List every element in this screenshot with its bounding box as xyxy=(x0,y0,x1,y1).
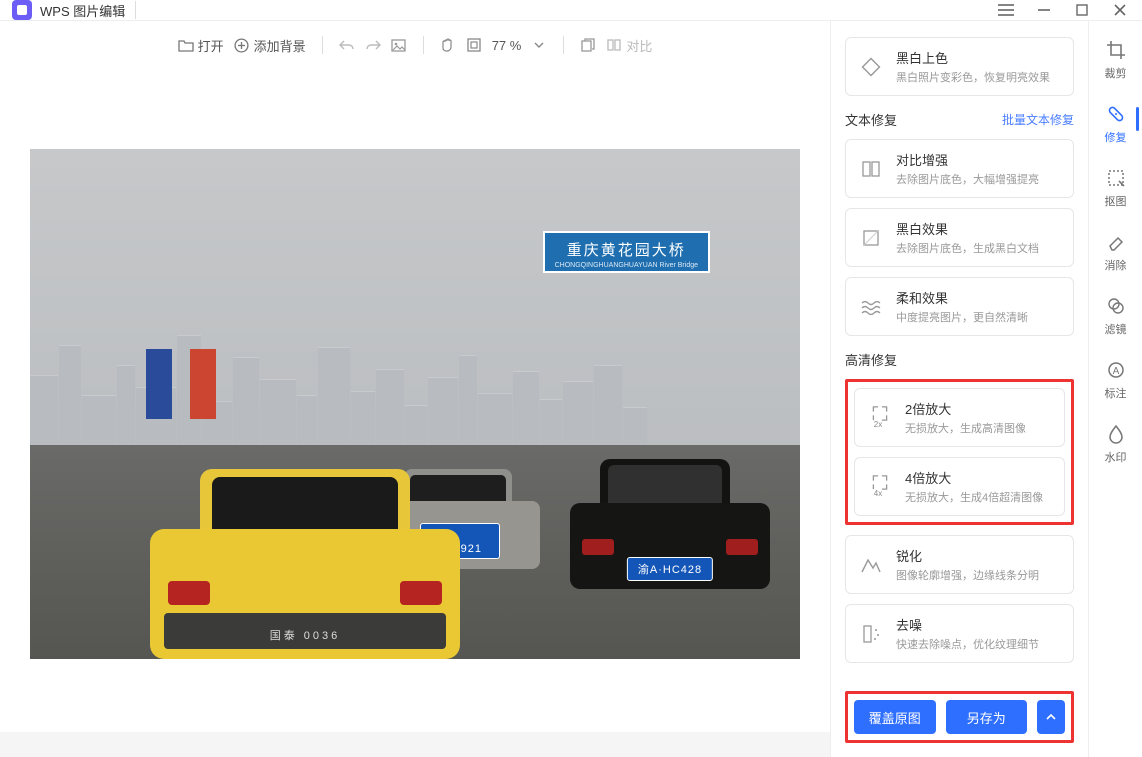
sidebar-crop[interactable]: 裁剪 xyxy=(1105,39,1127,81)
add-background-button[interactable]: 添加背景 xyxy=(234,36,306,55)
upscale-highlight-box: 2x 2倍放大 无损放大，生成高清图像 4x 4倍放大 xyxy=(845,379,1074,525)
droplet-icon xyxy=(1105,423,1127,445)
app-logo-icon xyxy=(12,0,32,20)
sidebar-filter[interactable]: 滤镜 xyxy=(1105,295,1127,337)
divider xyxy=(322,36,323,54)
minimize-button[interactable] xyxy=(1034,0,1054,20)
hd-repair-section-head: 高清修复 xyxy=(845,350,1074,369)
filter-circles-icon xyxy=(1105,295,1127,317)
menu-icon[interactable] xyxy=(996,0,1016,20)
contrast-enhance-card[interactable]: 对比增强 去除图片底色，大幅增强提亮 xyxy=(845,139,1074,198)
compare-button[interactable]: 对比 xyxy=(606,36,652,55)
expand-4x-icon: 4x xyxy=(867,474,893,500)
crop-icon xyxy=(1105,39,1127,61)
peak-icon xyxy=(858,552,884,578)
text-repair-section-head: 文本修复 批量文本修复 xyxy=(845,110,1074,129)
divider xyxy=(563,36,564,54)
pan-hand-icon[interactable] xyxy=(440,37,456,53)
eraser-icon xyxy=(1105,231,1127,253)
bw-colorize-card[interactable]: 黑白上色 黑白照片变彩色，恢复明亮效果 xyxy=(845,37,1074,96)
sidebar-erase[interactable]: 消除 xyxy=(1105,231,1127,273)
add-bg-label: 添加背景 xyxy=(254,36,306,55)
edited-photo: 重庆黄花园大桥 CHONGQINGHUANGHUAYUAN River Brid… xyxy=(30,149,800,659)
compare-label: 对比 xyxy=(626,36,652,55)
close-button[interactable] xyxy=(1110,0,1130,20)
section-title: 文本修复 xyxy=(845,110,897,129)
save-actions-highlight: 覆盖原图 另存为 xyxy=(845,691,1074,743)
plus-circle-icon xyxy=(234,37,250,53)
sidebar-cutout[interactable]: 抠图 xyxy=(1105,167,1127,209)
sidebar-watermark[interactable]: 水印 xyxy=(1105,423,1127,465)
soft-effect-card[interactable]: 柔和效果 中度提亮图片，更自然清晰 xyxy=(845,277,1074,336)
bandage-icon xyxy=(1105,103,1127,125)
zoom-value[interactable]: 77 % xyxy=(492,38,522,53)
bw-square-icon xyxy=(858,225,884,251)
undo-icon[interactable] xyxy=(339,37,355,53)
sidebar-repair[interactable]: 修复 xyxy=(1105,103,1127,145)
batch-text-repair-link[interactable]: 批量文本修复 xyxy=(1002,111,1074,128)
road-sign: 重庆黄花园大桥 CHONGQINGHUANGHUAYUAN River Brid… xyxy=(543,231,710,273)
sidebar-annotate[interactable]: A 标注 xyxy=(1105,359,1127,401)
image-canvas[interactable]: 重庆黄花园大桥 CHONGQINGHUANGHUAYUAN River Brid… xyxy=(0,69,830,757)
save-as-button[interactable]: 另存为 xyxy=(946,700,1028,734)
titlebar: WPS 图片编辑 xyxy=(0,0,1142,21)
upscale-4x-card[interactable]: 4x 4倍放大 无损放大，生成4倍超清图像 xyxy=(854,457,1065,516)
redo-icon[interactable] xyxy=(365,37,381,53)
app-title: WPS 图片编辑 xyxy=(40,1,125,20)
annotate-icon: A xyxy=(1105,359,1127,381)
denoise-card[interactable]: 去噪 快速去除噪点，优化纹理细节 xyxy=(845,604,1074,663)
compare-icon xyxy=(606,37,622,53)
upscale-2x-card[interactable]: 2x 2倍放大 无损放大，生成高清图像 xyxy=(854,388,1065,447)
overwrite-button[interactable]: 覆盖原图 xyxy=(854,700,936,734)
divider xyxy=(135,1,136,19)
folder-open-icon xyxy=(178,37,194,53)
divider xyxy=(423,36,424,54)
main-toolbar: 打开 添加背景 xyxy=(0,21,830,69)
diamond-icon xyxy=(858,54,884,80)
open-button[interactable]: 打开 xyxy=(178,36,224,55)
section-title: 高清修复 xyxy=(845,350,897,369)
sharpen-card[interactable]: 锐化 图像轮廓增强，边缘线条分明 xyxy=(845,535,1074,594)
contrast-icon xyxy=(858,156,884,182)
chevron-down-icon[interactable] xyxy=(531,37,547,53)
open-label: 打开 xyxy=(198,36,224,55)
scissors-icon xyxy=(1105,167,1127,189)
tool-sidebar: 裁剪 修复 抠图 消除 xyxy=(1088,21,1142,757)
expand-2x-icon: 2x xyxy=(867,405,893,431)
image-icon[interactable] xyxy=(391,37,407,53)
fit-screen-icon[interactable] xyxy=(466,37,482,53)
card-desc: 黑白照片变彩色，恢复明亮效果 xyxy=(896,69,1061,85)
effects-panel: 黑白上色 黑白照片变彩色，恢复明亮效果 文本修复 批量文本修复 对比增强 去除图… xyxy=(830,21,1088,757)
card-title: 黑白上色 xyxy=(896,48,1061,67)
waves-icon xyxy=(858,294,884,320)
maximize-button[interactable] xyxy=(1072,0,1092,20)
save-as-dropdown[interactable] xyxy=(1037,700,1065,734)
copy-icon[interactable] xyxy=(580,37,596,53)
bw-effect-card[interactable]: 黑白效果 去除图片底色，生成黑白文档 xyxy=(845,208,1074,267)
denoise-icon xyxy=(858,621,884,647)
svg-text:A: A xyxy=(1112,366,1119,377)
canvas-area: 打开 添加背景 xyxy=(0,21,830,757)
